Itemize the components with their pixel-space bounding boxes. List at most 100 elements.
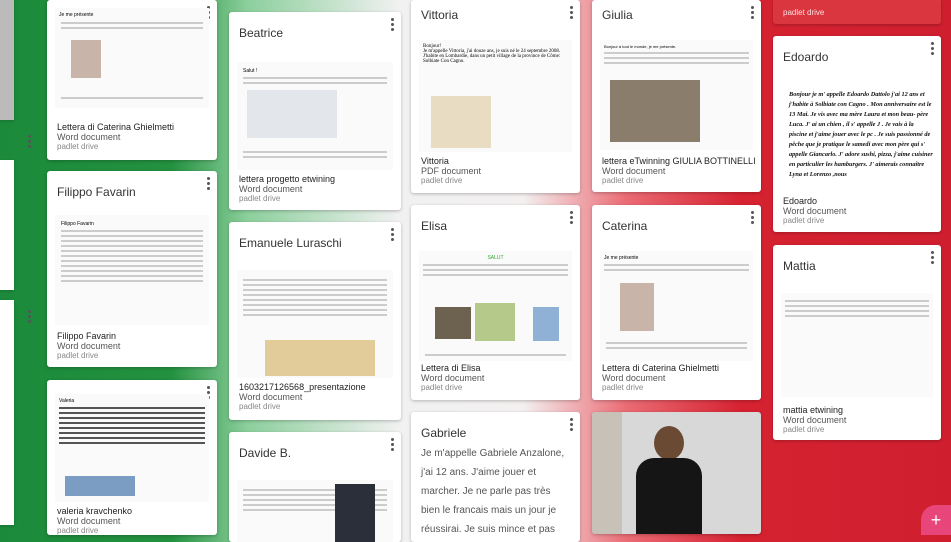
attachment-source: padlet drive [783, 216, 825, 225]
preview-photo [65, 476, 135, 496]
post-body: Je m'appelle Gabriele Anzalone, j'ai 12 … [421, 448, 565, 535]
more-options-icon[interactable] [931, 42, 935, 57]
attachment-source: padlet drive [783, 8, 825, 17]
post-card[interactable]: Vittoria Bonjour! Je m'appelle Vittoria,… [411, 0, 580, 193]
preview-photo [435, 307, 471, 339]
document-preview: Bonjour à tout le monde, je me présente. [600, 40, 753, 150]
post-title: Giulia [602, 8, 633, 22]
attachment-name: Filippo Favarin [57, 331, 117, 341]
attachment-name: lettera progetto etwining [239, 174, 336, 184]
post-card[interactable]: Edoardo Bonjour je m' appelle Edoardo Da… [773, 36, 941, 232]
attachment-type: Word document [57, 132, 121, 142]
preview-map [475, 303, 515, 341]
preview-photo [335, 484, 375, 542]
preview-map [265, 340, 375, 376]
more-options-icon[interactable] [751, 211, 755, 226]
partial-card[interactable] [0, 300, 14, 525]
attachment-type: Word document [602, 166, 666, 176]
preview-heading: Bonjour à tout le monde, je me présente. [604, 44, 677, 49]
attachment-name: 1603217126568_presentazione [239, 382, 366, 392]
preview-heading: Je me présente [59, 12, 94, 18]
attachment-source: padlet drive [602, 176, 644, 185]
post-title: Emanuele Luraschi [239, 236, 342, 250]
partial-card[interactable] [0, 160, 14, 290]
post-title: Caterina [602, 219, 648, 233]
preview-heading: Salut ! [243, 68, 258, 74]
attachment-name: Vittoria [421, 156, 449, 166]
document-preview [237, 270, 393, 378]
post-card[interactable]: Mattia mattia etwining Word document pad… [773, 245, 941, 440]
document-preview [781, 293, 933, 397]
post-title: Vittoria [421, 8, 459, 22]
attachment-type: Word document [421, 373, 485, 383]
post-card[interactable]: Caterina Je me présente Lettera di Cater… [592, 205, 761, 400]
more-options-icon[interactable] [931, 251, 935, 266]
preview-photo [533, 307, 559, 341]
post-card[interactable]: Je me présente Lettera di Caterina Ghiel… [47, 0, 217, 160]
attachment-source: padlet drive [57, 351, 99, 360]
post-title: Beatrice [239, 26, 284, 40]
photo-person-head [654, 426, 684, 460]
document-preview: Je me présente [600, 251, 753, 361]
post-card[interactable]: Beatrice Salut ! lettera progetto etwini… [229, 12, 401, 210]
post-card-photo[interactable] [592, 412, 761, 534]
post-card[interactable]: Gabriele Je m'appelle Gabriele Anzalone,… [411, 412, 580, 542]
document-preview: Valeria [55, 394, 209, 502]
attachment-type: Word document [57, 516, 121, 526]
post-title: Edoardo [783, 50, 829, 64]
more-options-icon[interactable] [28, 310, 32, 325]
more-options-icon[interactable] [391, 18, 395, 33]
more-options-icon[interactable] [751, 6, 755, 21]
photo-person-body [636, 458, 702, 534]
post-body: Bonjour je m' appelle Edoardo Dattolo j'… [789, 91, 933, 178]
attachment-source: padlet drive [421, 383, 463, 392]
attachment-source: padlet drive [57, 142, 99, 151]
preview-photo [71, 40, 101, 78]
attachment-source: padlet drive [239, 402, 281, 411]
post-card[interactable]: Emanuele Luraschi 1603217126568_presenta… [229, 222, 401, 420]
attachment-type: Word document [783, 415, 847, 425]
attachment-type: Word document [239, 392, 303, 402]
preview-heading: Filippo Favarin [61, 221, 94, 227]
preview-map [431, 96, 491, 148]
attachment-source: padlet drive [57, 526, 99, 535]
attachment-type: PDF document [421, 166, 482, 176]
more-options-icon[interactable] [570, 6, 574, 21]
more-options-icon[interactable] [570, 418, 574, 433]
post-title: Elisa [421, 219, 448, 233]
document-preview: SALUT [419, 251, 572, 361]
post-title: Gabriele [421, 426, 467, 440]
document-preview: Filippo Favarin [55, 215, 209, 325]
document-preview: Bonjour! Je m'appelle Vittoria, j'ai dou… [419, 40, 572, 152]
preview-photo [620, 283, 654, 331]
attachment-type: Word document [602, 373, 666, 383]
more-options-icon[interactable] [570, 211, 574, 226]
attachment-source: padlet drive [783, 425, 825, 434]
document-preview: Salut ! [237, 62, 393, 170]
preview-map [247, 90, 337, 138]
post-card[interactable]: padlet drive [773, 0, 941, 24]
plus-icon: + [930, 510, 942, 530]
attachment-type: Word document [239, 184, 303, 194]
attachment-name: Lettera di Caterina Ghielmetti [57, 122, 175, 132]
more-options-icon[interactable] [28, 135, 32, 150]
more-options-icon[interactable] [391, 228, 395, 243]
attachment-name: Edoardo [783, 196, 818, 206]
more-options-icon[interactable] [207, 177, 211, 192]
post-card[interactable]: Valeria valeria kravchenko Word document… [47, 380, 217, 535]
post-card[interactable]: Davide B. [229, 432, 401, 542]
post-title: Mattia [783, 259, 816, 273]
document-preview [237, 480, 393, 542]
post-card[interactable]: Elisa SALUT Lettera di Elisa Word docume… [411, 205, 580, 400]
preview-heading: Valeria [59, 398, 75, 404]
post-card[interactable]: Filippo Favarin Filippo Favarin Filippo … [47, 171, 217, 367]
attachment-type: Word document [57, 341, 121, 351]
document-preview: Je me présente [55, 8, 209, 108]
post-card[interactable]: Giulia Bonjour à tout le monde, je me pr… [592, 0, 761, 192]
partial-card-image[interactable] [0, 0, 14, 120]
more-options-icon[interactable] [391, 438, 395, 453]
add-post-button[interactable]: + [921, 505, 951, 535]
attachment-type: Word document [783, 206, 847, 216]
attachment-source: padlet drive [602, 383, 644, 392]
preview-heading: SALUT [487, 255, 504, 261]
